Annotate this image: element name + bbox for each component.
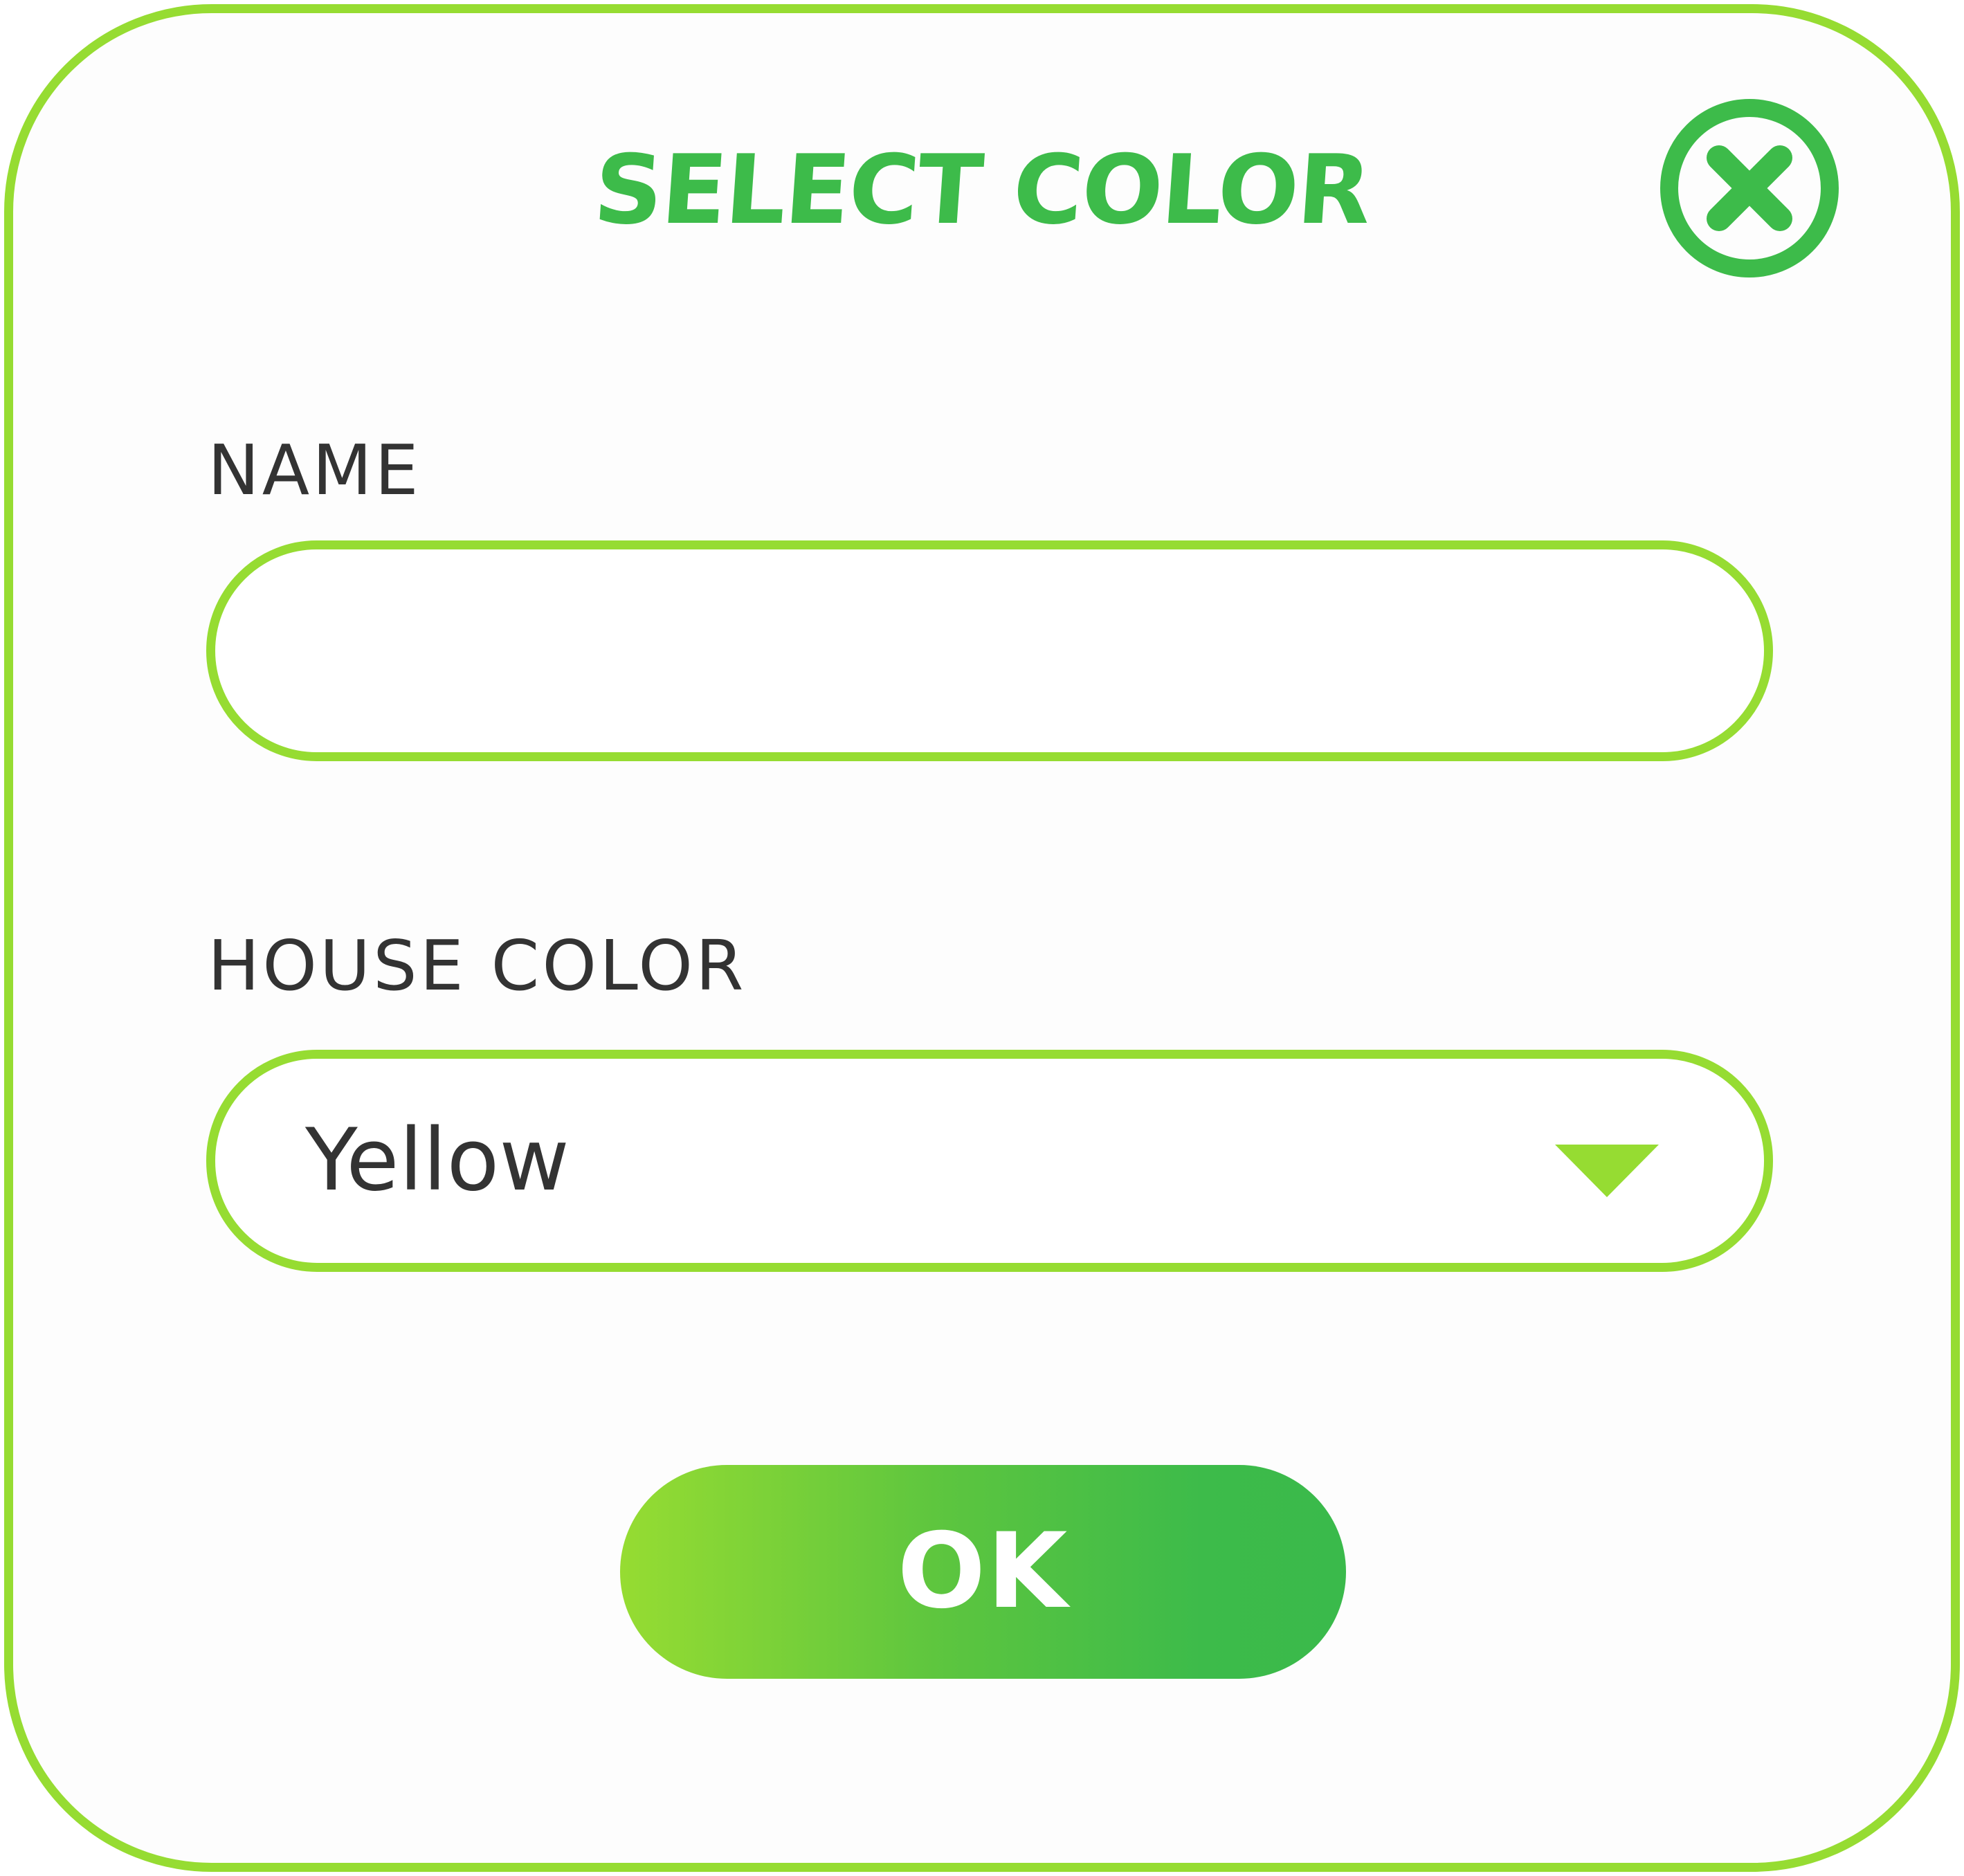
name-input[interactable] xyxy=(206,540,1773,761)
house-color-selected-value: Yellow xyxy=(305,1111,570,1210)
ok-button[interactable]: OK xyxy=(620,1465,1346,1679)
house-color-label: HOUSE COLOR xyxy=(208,925,747,1006)
house-color-select[interactable]: Yellow xyxy=(206,1050,1773,1272)
name-label: NAME xyxy=(208,430,421,511)
close-circle-icon xyxy=(1660,99,1839,277)
close-button[interactable] xyxy=(1660,97,1839,280)
triangle-down-icon xyxy=(1555,1145,1659,1197)
